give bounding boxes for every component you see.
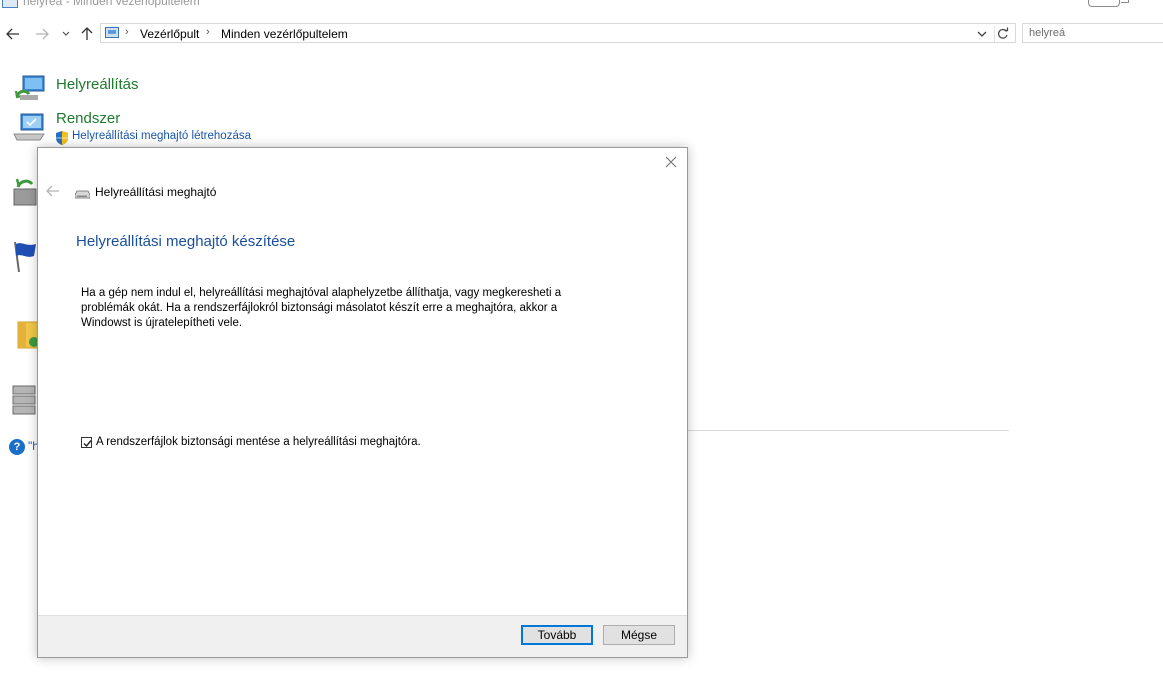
breadcrumb-control-panel[interactable]: Vezérlőpult (140, 27, 199, 41)
refresh-icon[interactable] (994, 26, 1011, 42)
search-box[interactable] (1022, 23, 1163, 43)
arrow-left-icon (6, 28, 19, 40)
description-line: Windowst is újratelepítheti vele. (81, 317, 243, 329)
chevron-down-icon[interactable] (975, 27, 989, 41)
help-icon[interactable]: ? (9, 439, 25, 455)
dialog-heading: Helyreállítási meghajtó készítése (76, 233, 296, 250)
forward-button[interactable] (32, 24, 52, 44)
checkmark-icon (83, 439, 92, 447)
search-input[interactable] (1029, 27, 1159, 39)
create-recovery-drive-link[interactable]: Helyreállítási meghajtó létrehozása (72, 130, 251, 142)
up-button[interactable] (77, 24, 97, 44)
uac-shield-icon (56, 131, 68, 145)
system-icon (13, 113, 45, 141)
back-button[interactable] (3, 24, 23, 44)
window-control-fragment[interactable] (1121, 0, 1129, 3)
storage-spaces-icon (12, 385, 36, 415)
window-title-bar: helyreá - Minden vezérlőpultelem (0, 0, 1163, 14)
backup-restore-icon (13, 178, 37, 206)
system-heading[interactable]: Rendszer (56, 110, 120, 127)
description-line: problémák okát. Ha a rendszerfájlokról b… (81, 302, 558, 314)
arrow-left-icon[interactable] (46, 185, 60, 197)
recovery-icon (14, 75, 45, 100)
dialog-title: Helyreállítási meghajtó (95, 185, 217, 199)
arrow-right-icon (36, 28, 49, 40)
control-panel-app-icon (2, 0, 18, 8)
results-divider (687, 430, 1009, 431)
chevron-down-icon (62, 31, 70, 36)
window-control-button[interactable] (1088, 0, 1120, 7)
flag-icon (14, 241, 36, 273)
recovery-drive-dialog: Helyreállítási meghajtó Helyreállítási m… (37, 147, 688, 658)
checkbox-label[interactable]: A rendszerfájlok biztonsági mentése a he… (96, 436, 421, 448)
description-line: Ha a gép nem indul el, helyreállítási me… (81, 287, 562, 299)
chevron-right-icon[interactable]: › (125, 26, 129, 38)
backup-system-files-checkbox[interactable] (81, 436, 92, 448)
backup-system-files-option[interactable]: A rendszerfájlok biztonsági mentése a he… (81, 434, 421, 450)
recent-locations-button[interactable] (56, 24, 76, 44)
drive-icon (75, 190, 90, 199)
dialog-description: Ha a gép nem indul el, helyreállítási me… (81, 286, 591, 331)
next-button[interactable]: Tovább (521, 625, 593, 645)
cancel-button[interactable]: Mégse (603, 625, 675, 645)
arrow-up-icon (81, 27, 93, 40)
address-bar[interactable]: › Vezérlőpult › Minden vezérlőpultelem (100, 23, 1016, 43)
breadcrumb-all-items[interactable]: Minden vezérlőpultelem (221, 27, 348, 41)
close-icon[interactable] (664, 155, 678, 169)
chevron-right-icon[interactable]: › (206, 26, 210, 38)
dialog-footer: Tovább Mégse (38, 615, 687, 657)
control-panel-icon (105, 27, 119, 38)
recovery-heading[interactable]: Helyreállítás (56, 76, 139, 93)
window-title: helyreá - Minden vezérlőpultelem (23, 0, 200, 8)
